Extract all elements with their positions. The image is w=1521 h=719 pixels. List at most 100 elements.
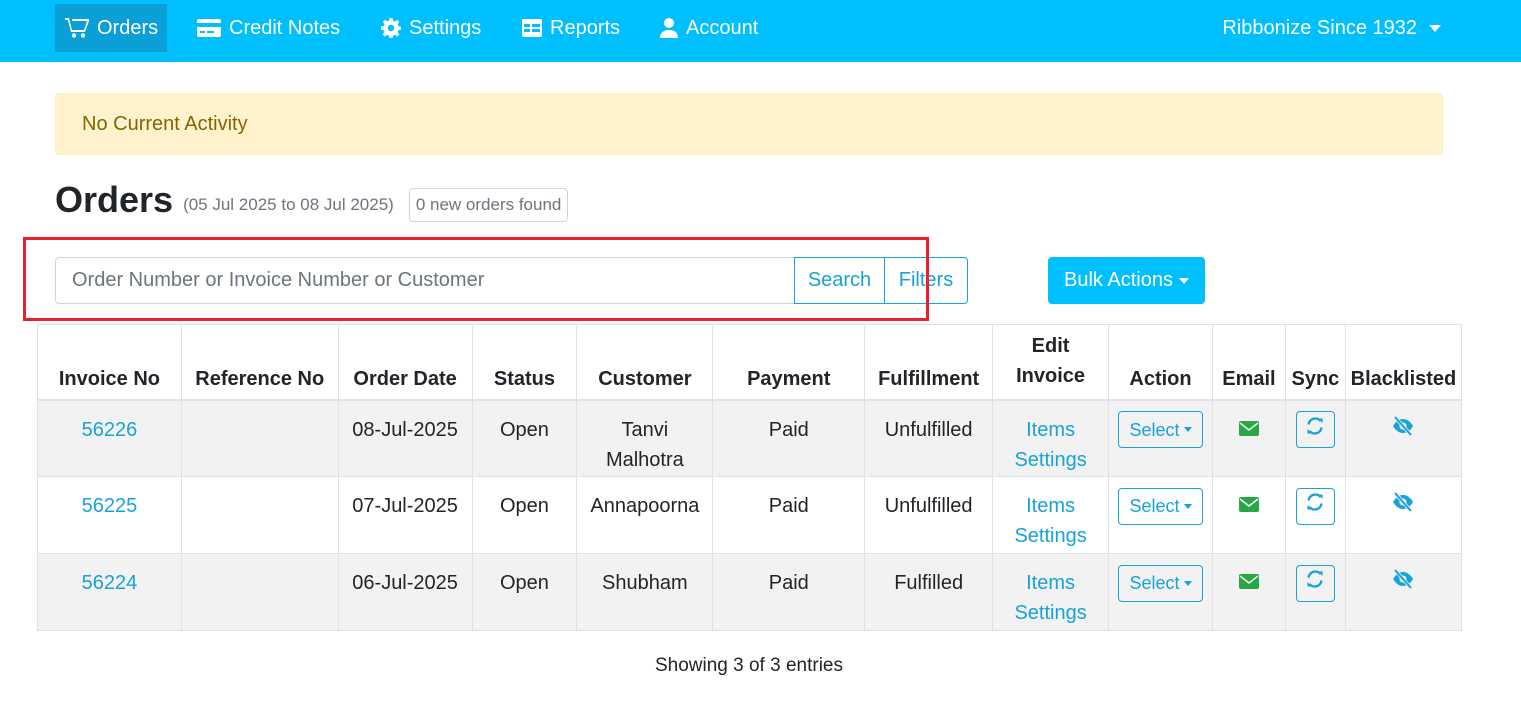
customer-cell: Tanvi Malhotra bbox=[576, 399, 714, 477]
table-icon bbox=[522, 19, 542, 37]
payment-cell: Paid bbox=[712, 476, 866, 554]
orders-table: Invoice No Reference No Order Date Statu… bbox=[37, 324, 1463, 631]
action-select-label: Select bbox=[1129, 573, 1180, 593]
chevron-down-icon bbox=[1183, 580, 1192, 586]
user-dropdown-label: Ribbonize Since 1932 bbox=[1222, 16, 1417, 39]
invoice-link[interactable]: 56225 bbox=[82, 495, 138, 517]
fulfillment-cell: Unfulfilled bbox=[864, 476, 994, 554]
sync-cell bbox=[1284, 399, 1346, 477]
date-range: (05 Jul 2025 to 08 Jul 2025) bbox=[183, 195, 394, 214]
action-select-dropdown[interactable]: Select bbox=[1118, 411, 1203, 448]
blacklisted-cell bbox=[1344, 399, 1463, 477]
col-customer[interactable]: Customer bbox=[576, 324, 714, 401]
refresh-icon bbox=[1305, 415, 1325, 445]
eye-slash-icon[interactable] bbox=[1391, 491, 1415, 521]
reference-cell bbox=[180, 476, 339, 554]
nav-reports[interactable]: Reports bbox=[512, 4, 630, 52]
action-select-dropdown[interactable]: Select bbox=[1118, 487, 1203, 525]
col-email: Email bbox=[1211, 324, 1286, 401]
chevron-down-icon bbox=[1178, 277, 1189, 284]
user-icon bbox=[660, 18, 678, 38]
col-edit-invoice-line2: Invoice bbox=[1016, 364, 1086, 387]
col-fulfillment[interactable]: Fulfillment bbox=[864, 324, 994, 401]
nav-orders[interactable]: Orders bbox=[55, 4, 167, 52]
envelope-icon[interactable] bbox=[1238, 491, 1259, 521]
eye-slash-icon[interactable] bbox=[1391, 568, 1415, 598]
sync-cell bbox=[1284, 476, 1346, 554]
reference-cell bbox=[180, 553, 339, 631]
new-orders-badge: 0 new orders found bbox=[408, 188, 569, 222]
payment-cell: Paid bbox=[712, 553, 866, 631]
customer-cell: Shubham bbox=[576, 553, 714, 631]
bulk-actions-button[interactable]: Bulk Actions bbox=[1048, 257, 1205, 304]
eye-slash-icon[interactable] bbox=[1391, 415, 1415, 445]
email-cell bbox=[1211, 476, 1286, 554]
col-action: Action bbox=[1108, 324, 1213, 401]
email-cell bbox=[1211, 399, 1286, 477]
invoice-link[interactable]: 56224 bbox=[82, 572, 138, 594]
user-dropdown[interactable]: Ribbonize Since 1932 bbox=[1222, 4, 1441, 52]
action-select-dropdown[interactable]: Select bbox=[1118, 564, 1203, 602]
col-reference-no[interactable]: Reference No bbox=[180, 324, 339, 401]
action-select-label: Select bbox=[1129, 419, 1180, 440]
col-sync: Sync bbox=[1284, 324, 1346, 401]
credit-card-icon bbox=[197, 19, 221, 37]
nav-credit-notes[interactable]: Credit Notes bbox=[187, 4, 350, 52]
activity-alert-text: No Current Activity bbox=[82, 112, 248, 135]
page-title: Orders bbox=[55, 179, 174, 220]
sync-button[interactable] bbox=[1295, 411, 1335, 448]
search-highlight-box bbox=[23, 237, 929, 321]
settings-link[interactable]: Settings bbox=[1014, 449, 1086, 471]
customer-cell: Annapoorna bbox=[576, 476, 714, 554]
col-invoice-no[interactable]: Invoice No bbox=[37, 324, 182, 401]
status-cell: Open bbox=[471, 476, 578, 554]
nav-account[interactable]: Account bbox=[650, 4, 768, 52]
col-order-date[interactable]: Order Date bbox=[337, 324, 473, 401]
edit-invoice-cell: Items Settings bbox=[992, 553, 1110, 631]
status-cell: Open bbox=[471, 553, 578, 631]
email-cell bbox=[1211, 553, 1286, 631]
col-status[interactable]: Status bbox=[471, 324, 578, 401]
action-cell: Select bbox=[1108, 553, 1213, 631]
items-link[interactable]: Items bbox=[1026, 572, 1075, 594]
chevron-down-icon bbox=[1429, 24, 1441, 32]
status-cell: Open bbox=[471, 399, 578, 477]
order-date-cell: 07-Jul-2025 bbox=[337, 476, 473, 554]
invoice-link[interactable]: 56226 bbox=[82, 419, 138, 441]
table-row: 56225 07-Jul-2025 Open Annapoorna Paid U… bbox=[37, 476, 1463, 554]
page-heading: Orders (05 Jul 2025 to 08 Jul 2025) 0 ne… bbox=[55, 178, 569, 222]
order-date-cell: 08-Jul-2025 bbox=[337, 399, 473, 477]
nav-settings[interactable]: Settings bbox=[371, 4, 491, 52]
settings-link[interactable]: Settings bbox=[1014, 525, 1086, 547]
col-edit-invoice-line1: Edit bbox=[1031, 334, 1070, 357]
table-row: 56226 08-Jul-2025 Open Tanvi Malhotra Pa… bbox=[37, 399, 1463, 477]
bulk-actions-label: Bulk Actions bbox=[1064, 269, 1173, 291]
sync-button[interactable] bbox=[1295, 564, 1335, 602]
refresh-icon bbox=[1305, 568, 1325, 598]
nav-orders-label: Orders bbox=[97, 16, 159, 39]
col-blacklisted: Blacklisted bbox=[1344, 324, 1463, 401]
col-payment[interactable]: Payment bbox=[712, 324, 866, 401]
edit-invoice-cell: Items Settings bbox=[992, 399, 1110, 477]
action-cell: Select bbox=[1108, 476, 1213, 554]
cart-icon bbox=[65, 17, 89, 39]
envelope-icon[interactable] bbox=[1238, 415, 1259, 445]
items-link[interactable]: Items bbox=[1026, 419, 1075, 441]
sync-button[interactable] bbox=[1295, 487, 1335, 525]
fulfillment-cell: Unfulfilled bbox=[864, 399, 994, 477]
chevron-down-icon bbox=[1183, 503, 1192, 509]
order-date-cell: 06-Jul-2025 bbox=[337, 553, 473, 631]
settings-link[interactable]: Settings bbox=[1014, 602, 1086, 624]
sync-cell bbox=[1284, 553, 1346, 631]
activity-alert: No Current Activity bbox=[55, 93, 1443, 155]
customer-name: Tanvi Malhotra bbox=[605, 418, 684, 471]
envelope-icon[interactable] bbox=[1238, 568, 1259, 598]
chevron-down-icon bbox=[1183, 427, 1192, 432]
items-link[interactable]: Items bbox=[1026, 495, 1075, 517]
nav-reports-label: Reports bbox=[550, 16, 621, 39]
fulfillment-cell: Fulfilled bbox=[864, 553, 994, 631]
gear-icon bbox=[381, 18, 401, 38]
reference-cell bbox=[180, 399, 339, 477]
nav-settings-label: Settings bbox=[409, 16, 482, 39]
edit-invoice-cell: Items Settings bbox=[992, 476, 1110, 554]
